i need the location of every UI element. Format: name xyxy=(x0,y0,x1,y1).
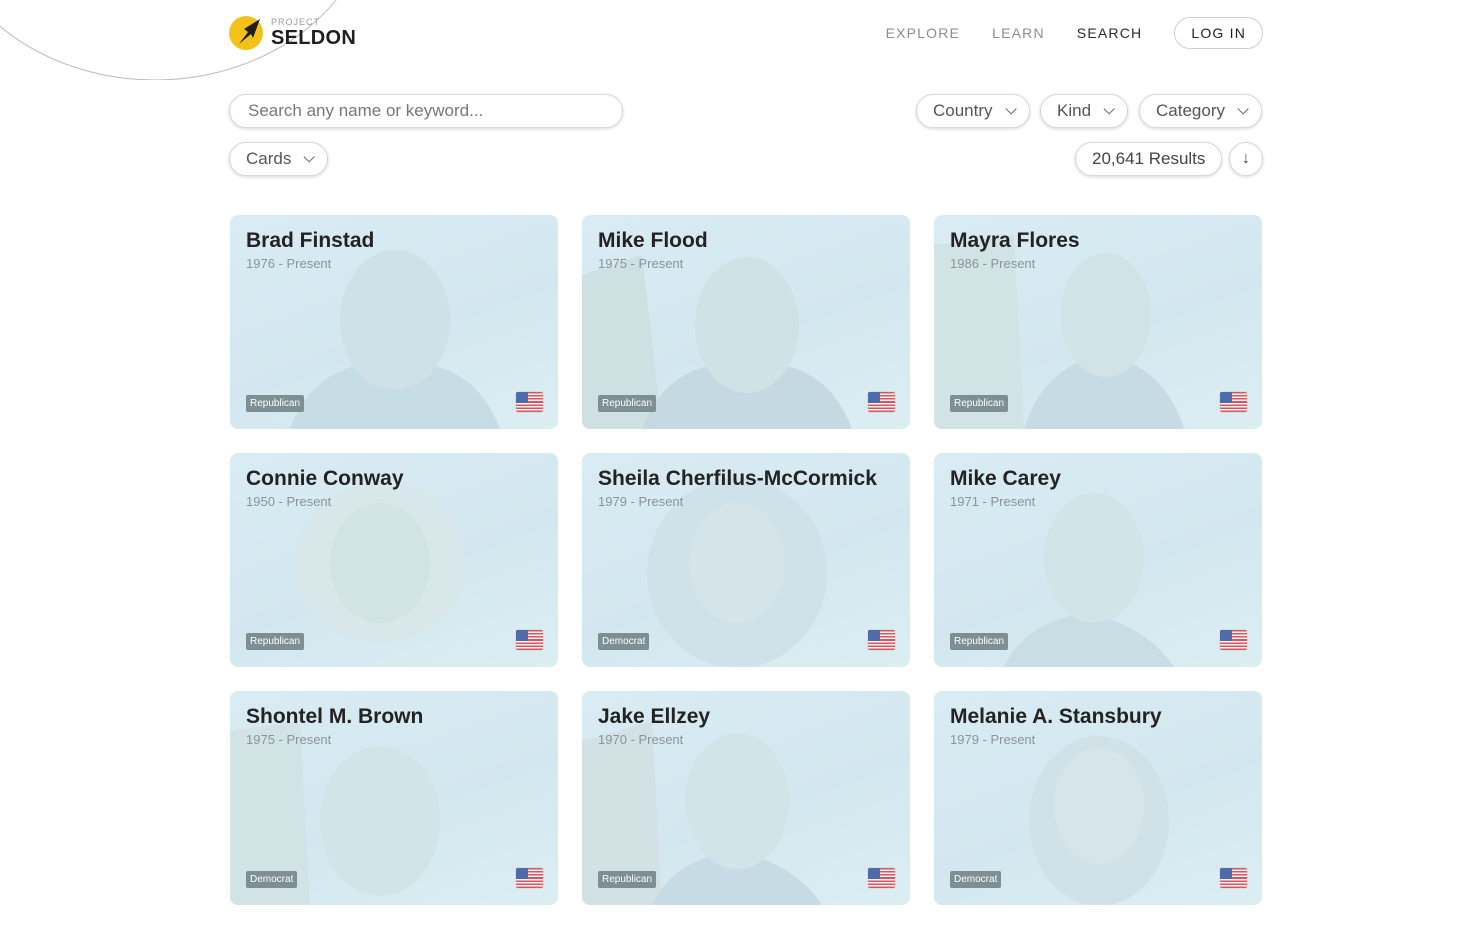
results-count: 20,641 Results xyxy=(1092,149,1206,168)
us-flag-icon xyxy=(1220,392,1247,412)
person-name: Brad Finstad xyxy=(246,229,375,252)
us-flag-icon xyxy=(1220,630,1247,650)
project-seldon-logo[interactable]: PROJECT SELDON xyxy=(229,16,356,50)
person-name: Mayra Flores xyxy=(950,229,1080,252)
view-mode-label: Cards xyxy=(246,149,292,168)
logo-mark-icon xyxy=(229,16,263,50)
results-count-badge: 20,641 Results xyxy=(1075,142,1223,176)
person-name: Jake Ellzey xyxy=(598,705,711,728)
person-years: 1976 - Present xyxy=(246,256,332,271)
login-button[interactable]: LOG IN xyxy=(1174,17,1263,49)
party-badge: Republican xyxy=(598,871,657,888)
category-filter-label: Category xyxy=(1156,101,1225,120)
chevron-down-icon xyxy=(1103,103,1115,115)
person-years: 1979 - Present xyxy=(950,732,1036,747)
person-years: 1950 - Present xyxy=(246,494,332,509)
party-badge: Democrat xyxy=(246,871,298,888)
person-years: 1986 - Present xyxy=(950,256,1036,271)
person-name: Shontel M. Brown xyxy=(246,705,424,728)
results-grid: Brad Finstad 1976 - Present Republican M… xyxy=(230,215,1262,905)
search-box[interactable] xyxy=(229,94,623,128)
party-badge: Republican xyxy=(598,395,657,412)
person-name: Mike Flood xyxy=(598,229,708,252)
nav-explore[interactable]: EXPLORE xyxy=(886,25,961,41)
us-flag-icon xyxy=(1220,868,1247,888)
party-badge: Republican xyxy=(950,633,1009,650)
person-card[interactable]: Jake Ellzey 1970 - Present Republican xyxy=(582,691,910,905)
person-name: Sheila Cherfilus-McCormick xyxy=(598,467,877,490)
arrow-down-icon: ↓ xyxy=(1242,150,1250,167)
person-name: Connie Conway xyxy=(246,467,404,490)
logo-small-text: PROJECT xyxy=(271,17,321,27)
nav-learn[interactable]: LEARN xyxy=(992,25,1045,41)
country-filter-dropdown[interactable]: Country xyxy=(916,94,1030,128)
person-years: 1975 - Present xyxy=(598,256,684,271)
kind-filter-label: Kind xyxy=(1057,101,1092,120)
person-years: 1971 - Present xyxy=(950,494,1036,509)
person-years: 1975 - Present xyxy=(246,732,332,747)
person-card[interactable]: Mike Carey 1971 - Present Republican xyxy=(934,453,1262,667)
person-card[interactable]: Melanie A. Stansbury 1979 - Present Demo… xyxy=(934,691,1262,905)
party-badge: Republican xyxy=(246,395,305,412)
logo-wordmark: SELDON xyxy=(271,27,357,49)
chevron-down-icon xyxy=(1237,103,1249,115)
party-badge: Republican xyxy=(246,633,305,650)
person-name: Mike Carey xyxy=(950,467,1061,490)
us-flag-icon xyxy=(516,392,543,412)
decorative-arc xyxy=(0,0,337,80)
kind-filter-dropdown[interactable]: Kind xyxy=(1040,94,1129,128)
search-input[interactable] xyxy=(246,100,606,122)
sort-button[interactable]: ↓ xyxy=(1229,142,1263,176)
person-card[interactable]: Brad Finstad 1976 - Present Republican xyxy=(230,215,558,429)
party-badge: Democrat xyxy=(598,633,650,650)
nav-search[interactable]: SEARCH xyxy=(1077,25,1143,41)
person-card[interactable]: Mike Flood 1975 - Present Republican xyxy=(582,215,910,429)
us-flag-icon xyxy=(868,868,895,888)
view-mode-dropdown[interactable]: Cards xyxy=(229,142,329,176)
country-filter-label: Country xyxy=(933,101,993,120)
category-filter-dropdown[interactable]: Category xyxy=(1139,94,1262,128)
top-nav: EXPLORE LEARN SEARCH LOG IN xyxy=(886,17,1263,49)
us-flag-icon xyxy=(516,868,543,888)
person-years: 1970 - Present xyxy=(598,732,684,747)
person-card[interactable]: Connie Conway 1950 - Present Republican xyxy=(230,453,558,667)
chevron-down-icon xyxy=(303,151,316,163)
person-name: Melanie A. Stansbury xyxy=(950,705,1162,728)
person-card[interactable]: Mayra Flores 1986 - Present Republican xyxy=(934,215,1262,429)
person-years: 1979 - Present xyxy=(598,494,684,509)
party-badge: Republican xyxy=(950,395,1009,412)
party-badge: Democrat xyxy=(950,871,1002,888)
chevron-down-icon xyxy=(1004,103,1017,115)
person-card[interactable]: Shontel M. Brown 1975 - Present Democrat xyxy=(230,691,558,905)
person-card[interactable]: Sheila Cherfilus-McCormick 1979 - Presen… xyxy=(582,453,910,667)
us-flag-icon xyxy=(516,630,543,650)
us-flag-icon xyxy=(868,392,895,412)
us-flag-icon xyxy=(868,630,895,650)
